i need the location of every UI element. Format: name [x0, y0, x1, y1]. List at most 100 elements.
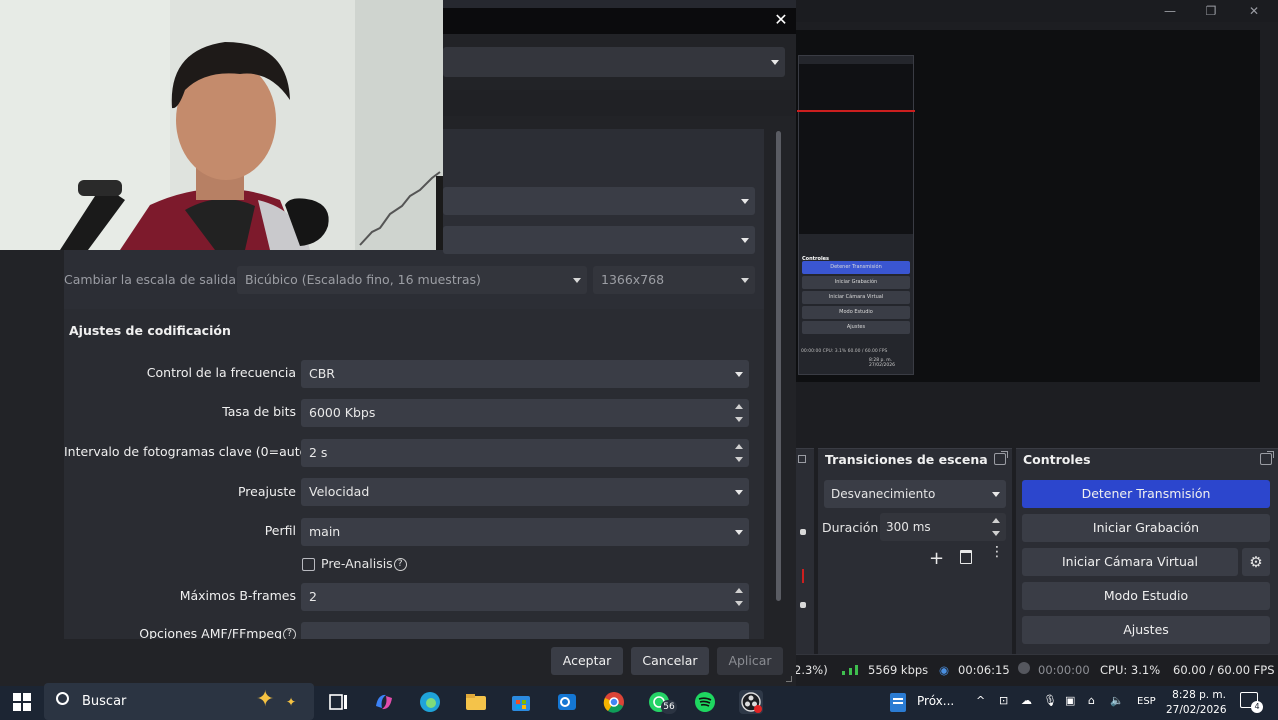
- copilot-icon[interactable]: [372, 690, 396, 714]
- tray-app-icon[interactable]: ⊡: [999, 694, 1008, 707]
- chevron-down-icon: [735, 372, 743, 377]
- add-transition-icon[interactable]: +: [929, 548, 944, 569]
- pre-analysis-checkbox[interactable]: [302, 558, 315, 571]
- resize-grip[interactable]: [786, 676, 792, 682]
- keyframe-interval-label: Intervalo de fotogramas clave (0=auto): [64, 444, 313, 459]
- clock[interactable]: 8:28 p. m. 27/02/2026: [1166, 688, 1227, 718]
- edge-icon[interactable]: [418, 690, 442, 714]
- cloud-icon[interactable]: ☁: [1021, 694, 1032, 707]
- start-recording-button[interactable]: Iniciar Grabación: [1022, 514, 1270, 542]
- transition-select[interactable]: Desvanecimiento: [824, 480, 1006, 508]
- start-virtual-camera-button[interactable]: Iniciar Cámara Virtual: [1022, 548, 1238, 576]
- keyframe-interval-spinbox[interactable]: 2 s: [301, 439, 749, 467]
- word-taskbar-label[interactable]: Próx...: [917, 694, 954, 708]
- dock-float-icon[interactable]: [798, 455, 806, 463]
- network-icon[interactable]: ⌂: [1088, 694, 1095, 707]
- spin-down-icon[interactable]: [735, 457, 743, 462]
- help-icon[interactable]: ?: [283, 628, 296, 639]
- profile-label: Perfil: [264, 523, 296, 538]
- chevron-down-icon: [573, 278, 581, 283]
- profile-select[interactable]: main: [301, 518, 749, 546]
- whatsapp-icon[interactable]: 56: [647, 690, 677, 714]
- ffmpeg-options-input[interactable]: [301, 622, 749, 639]
- dialog-close-button[interactable]: ✕: [771, 10, 791, 30]
- volume-icon[interactable]: 🔈: [1110, 694, 1124, 707]
- cpu-usage: CPU: 3.1%: [1100, 663, 1161, 677]
- display-icon[interactable]: ▣: [1065, 694, 1075, 707]
- obs-taskbar-icon[interactable]: [739, 690, 763, 714]
- controls-dock: Controles Detener Transmisión Iniciar Gr…: [1016, 448, 1278, 654]
- rate-control-value: CBR: [309, 366, 335, 381]
- trash-icon[interactable]: [960, 550, 972, 564]
- dialog-titlebar: [443, 8, 796, 34]
- chevron-down-icon: [771, 60, 779, 65]
- microphone-icon[interactable]: 🎙: [1043, 694, 1057, 707]
- scene-transitions-dock: Transiciones de escena Desvanecimiento D…: [818, 448, 1012, 654]
- restore-button[interactable]: ❐: [1201, 2, 1221, 20]
- bitrate-spinbox[interactable]: 6000 Kbps: [301, 399, 749, 427]
- spin-down-icon[interactable]: [992, 531, 1000, 536]
- nested-controls: Detener Transmisión Iniciar Grabación In…: [802, 261, 910, 361]
- bitrate-label: Tasa de bits: [222, 404, 296, 419]
- output-mode-select[interactable]: [443, 47, 785, 77]
- spin-up-icon[interactable]: [735, 588, 743, 593]
- language-indicator[interactable]: ESP: [1137, 696, 1156, 707]
- bitrate-value: 5569 kbps: [868, 663, 929, 677]
- stop-stream-button[interactable]: Detener Transmisión: [1022, 480, 1270, 508]
- nested-virtual-cam: Iniciar Cámara Virtual: [802, 291, 910, 304]
- mixer-slider-handle[interactable]: [800, 529, 806, 535]
- cancel-button[interactable]: Cancelar: [631, 647, 709, 675]
- accept-button[interactable]: Aceptar: [551, 647, 623, 675]
- rescale-filter-value: Bicúbico (Escalado fino, 16 muestras): [245, 272, 481, 287]
- settings-button[interactable]: Ajustes: [1022, 616, 1270, 644]
- sparkle-small-icon: ✦: [286, 695, 297, 709]
- preset-select[interactable]: Velocidad: [301, 478, 749, 506]
- max-bframes-value: 2: [309, 589, 317, 604]
- ffmpeg-options-label: Opciones AMF/FFmpeg: [139, 626, 282, 639]
- minimize-button[interactable]: —: [1160, 2, 1180, 20]
- studio-mode-button[interactable]: Modo Estudio: [1022, 582, 1270, 610]
- max-bframes-label: Máximos B-frames: [179, 588, 296, 603]
- rescale-filter-select[interactable]: Bicúbico (Escalado fino, 16 muestras): [237, 266, 587, 294]
- spin-up-icon[interactable]: [735, 404, 743, 409]
- chevron-down-icon: [992, 492, 1000, 497]
- file-explorer-icon[interactable]: [464, 690, 488, 714]
- spin-down-icon[interactable]: [735, 601, 743, 606]
- window-close-button[interactable]: ✕: [1244, 2, 1264, 20]
- apply-button[interactable]: Aplicar: [717, 647, 783, 675]
- spotify-icon[interactable]: [693, 690, 717, 714]
- dock-float-icon[interactable]: [1260, 451, 1274, 465]
- outlook-icon[interactable]: [555, 690, 579, 714]
- audio-encoder-select[interactable]: [443, 226, 755, 254]
- spin-up-icon[interactable]: [735, 444, 743, 449]
- chevron-down-icon: [735, 490, 743, 495]
- chrome-icon[interactable]: [602, 690, 626, 714]
- microsoft-store-icon[interactable]: [509, 690, 533, 714]
- gear-icon[interactable]: ⚙: [1242, 548, 1270, 576]
- word-icon[interactable]: [886, 690, 910, 714]
- pre-analysis-label: Pre-Analisis: [321, 556, 393, 571]
- nested-start-recording: Iniciar Grabación: [802, 276, 910, 289]
- help-icon[interactable]: ?: [393, 558, 407, 571]
- whatsapp-badge: 56: [661, 700, 677, 714]
- preset-value: Velocidad: [309, 484, 370, 499]
- more-options-icon[interactable]: ⋮: [990, 545, 1004, 559]
- dock-float-icon[interactable]: [994, 451, 1008, 465]
- notification-icon[interactable]: 4: [1240, 692, 1263, 713]
- task-view-icon[interactable]: [327, 690, 351, 714]
- rate-control-select[interactable]: CBR: [301, 360, 749, 388]
- chevron-down-icon: [735, 530, 743, 535]
- scrollbar-thumb[interactable]: [776, 131, 781, 601]
- mixer-slider-handle[interactable]: [800, 602, 806, 608]
- taskbar-search[interactable]: Buscar ✦ ✦: [44, 683, 314, 720]
- audio-mixer-dock-edge: [796, 448, 814, 654]
- encoder-select[interactable]: [443, 187, 755, 215]
- duration-spinbox[interactable]: 300 ms: [880, 513, 1006, 541]
- windows-start-icon[interactable]: [13, 693, 31, 711]
- max-bframes-spinbox[interactable]: 2: [301, 583, 749, 611]
- chevron-up-icon[interactable]: ^: [976, 694, 985, 707]
- rescale-resolution-value: 1366x768: [601, 272, 665, 287]
- spin-down-icon[interactable]: [735, 417, 743, 422]
- spin-up-icon[interactable]: [992, 518, 1000, 523]
- rescale-resolution-select[interactable]: 1366x768: [593, 266, 755, 294]
